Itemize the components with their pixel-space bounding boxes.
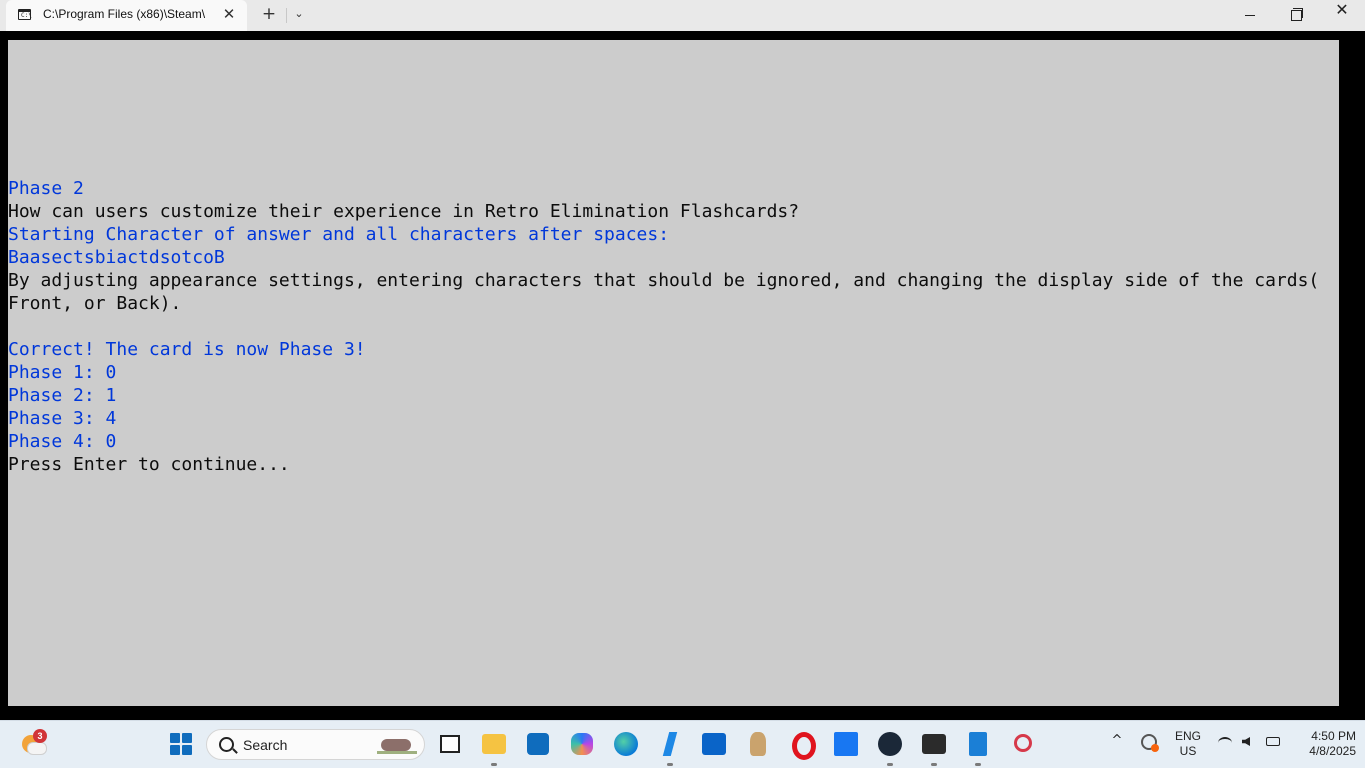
console-line: By adjusting appearance settings, enteri… [8, 270, 1320, 291]
taskbar-app-facebook[interactable] [832, 730, 860, 758]
windows-logo-tile [182, 745, 192, 755]
wifi-icon[interactable] [1218, 737, 1232, 749]
terminal-icon [922, 734, 946, 754]
taskbar-app-copilot[interactable] [568, 730, 596, 758]
scrollbar-area[interactable] [1339, 31, 1365, 720]
region-code: US [1179, 744, 1197, 758]
animal-icon [381, 739, 411, 751]
chevron-down-icon[interactable]: ⌄ [289, 4, 309, 24]
language-code: ENG [1174, 729, 1201, 743]
copilot-icon [571, 733, 593, 755]
taskbar-app-notepad[interactable] [964, 730, 992, 766]
console-output[interactable]: Phase 2 How can users customize their exp… [8, 40, 1339, 706]
visual-studio-icon [662, 732, 678, 756]
steam-icon [878, 732, 902, 756]
battery-icon[interactable] [1266, 737, 1280, 746]
minimize-icon [1245, 15, 1255, 16]
new-tab-button[interactable]: + [259, 4, 279, 24]
cloud-icon [27, 742, 47, 755]
console-line: Press Enter to continue... [8, 454, 290, 475]
task-view-icon [440, 735, 460, 753]
title-bar: C:\ C:\Program Files (x86)\Steam\ ✕ + ⌄ … [0, 0, 1365, 31]
clock-time: 4:50 PM [1311, 729, 1356, 743]
restore-icon [1291, 10, 1302, 21]
notepad-icon [969, 732, 987, 756]
facebook-icon [834, 732, 858, 756]
search-label: Search [243, 737, 288, 753]
windows-logo-tile [170, 733, 180, 743]
taskbar-app-file-explorer[interactable] [480, 730, 508, 766]
taskbar-app-opera[interactable] [788, 730, 816, 760]
opera-icon [792, 732, 816, 760]
running-indicator [667, 763, 673, 766]
taskbar-app-steam[interactable] [876, 730, 904, 766]
taskbar-app-edge[interactable] [612, 730, 640, 758]
taskbar-app-snipping-tool[interactable] [1008, 730, 1036, 758]
outlook-new-icon [702, 733, 726, 755]
clock[interactable]: 4:50 PM 4/8/2025 [1290, 729, 1356, 759]
taskbar-app-visual-studio[interactable] [656, 730, 684, 766]
console-icon: C:\ [18, 9, 32, 20]
language-indicator[interactable]: ENG US [1170, 729, 1206, 759]
edge-icon [614, 732, 638, 756]
minimize-button[interactable] [1228, 0, 1274, 31]
console-line: Front, or Back). [8, 293, 182, 314]
show-hidden-icons-icon[interactable]: ^ [1110, 734, 1124, 748]
notification-badge: 3 [33, 729, 47, 743]
snipping-tool-icon [1014, 734, 1032, 752]
terminal-tab[interactable]: C:\ C:\Program Files (x86)\Steam\ ✕ [6, 0, 247, 31]
taskbar-app-task-view[interactable] [436, 730, 464, 758]
windows-logo-tile [182, 733, 192, 743]
running-indicator [887, 763, 893, 766]
tab-separator [286, 8, 287, 23]
taskbar-app-outlook-new[interactable] [700, 730, 728, 758]
weather-widget[interactable]: 3 [18, 729, 48, 759]
console-line: Phase 3: 4 [8, 408, 117, 429]
file-explorer-icon [482, 734, 506, 754]
console-line: Starting Character of answer and all cha… [8, 224, 670, 245]
tab-close-icon[interactable]: ✕ [220, 5, 238, 23]
console-line: Correct! The card is now Phase 3! [8, 339, 366, 360]
sync-warning-dot [1151, 744, 1159, 752]
console-line: BaasectsbiactdsotcoB [8, 247, 225, 268]
console-text: Phase 2 How can users customize their exp… [8, 177, 1339, 476]
running-indicator [975, 763, 981, 766]
taskbar-app-terminal[interactable] [920, 730, 948, 766]
volume-icon[interactable] [1242, 737, 1250, 746]
search-icon [219, 737, 234, 752]
taskbar-app-microsoft-store[interactable] [524, 730, 552, 758]
console-line: Phase 1: 0 [8, 362, 117, 383]
maximize-button[interactable] [1273, 0, 1319, 31]
game-character-icon [750, 732, 766, 756]
console-line: Phase 2 [8, 178, 84, 199]
microsoft-store-icon [527, 733, 549, 755]
windows-logo-tile [170, 745, 180, 755]
start-button[interactable] [170, 733, 192, 755]
console-line: Phase 4: 0 [8, 431, 117, 452]
search-highlight-image [377, 734, 417, 756]
taskbar-app-game-character[interactable] [744, 730, 772, 758]
search-highlight-ground [377, 751, 417, 754]
tab-title: C:\Program Files (x86)\Steam\ [43, 7, 206, 21]
close-button[interactable]: ✕ [1319, 0, 1365, 31]
running-indicator [931, 763, 937, 766]
taskbar-search-box[interactable]: Search [206, 729, 425, 760]
taskbar: 3 Search ^ ENG US 4:50 PM 4/8/2025 [0, 720, 1365, 768]
console-line: Phase 2: 1 [8, 385, 117, 406]
clock-date: 4/8/2025 [1309, 744, 1356, 758]
sync-icon[interactable] [1141, 734, 1159, 752]
running-indicator [491, 763, 497, 766]
console-line: How can users customize their experience… [8, 201, 800, 222]
